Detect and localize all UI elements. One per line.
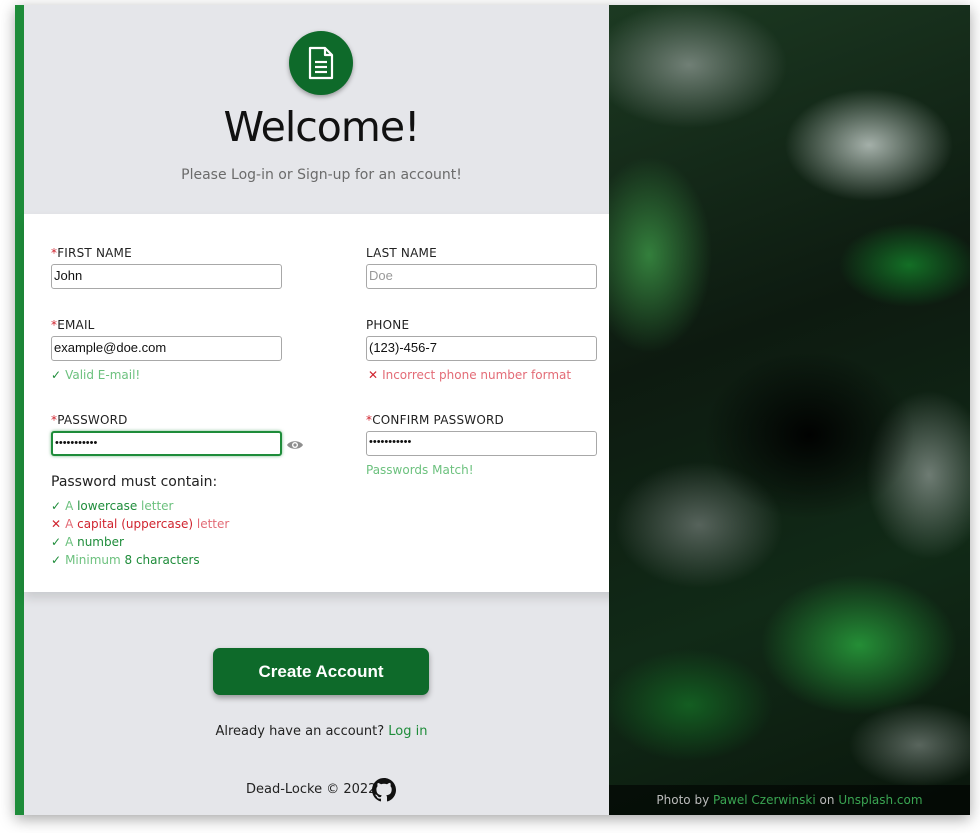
phone-label: PHONE [366,318,410,332]
rule-prefix: A [65,535,78,549]
check-icon: ✓ [51,368,62,382]
last-name-field[interactable]: Doe [366,264,597,289]
check-icon: ✓ [51,553,62,567]
x-icon: ✕ [368,368,379,382]
email-field[interactable]: example@doe.com [51,336,282,361]
eye-icon[interactable] [286,439,304,451]
check-icon: ✓ [51,499,62,513]
rule-key: lowercase [77,499,138,513]
login-prompt-text: Already have an account? [215,724,385,739]
signup-card: Welcome! Please Log-in or Sign-up for an… [15,5,970,815]
confirm-password-field[interactable]: ••••••••••• [366,431,597,456]
document-icon [289,31,353,95]
email-label: *EMAIL [51,318,95,332]
rule-number: ✓ A number [51,535,124,549]
password-rules-title: Password must contain: [51,474,218,490]
rule-lowercase: ✓ A lowercase letter [51,499,174,513]
rule-key: capital (uppercase) [77,517,194,531]
rule-key: 8 characters [124,553,200,567]
footer-text: Dead-Locke © 2022 [246,782,377,797]
photo-credit: Photo by Pawel Czerwinski on Unsplash.co… [609,785,970,815]
github-icon[interactable] [372,778,396,802]
header: Welcome! Please Log-in or Sign-up for an… [24,5,609,214]
confirm-password-status: Passwords Match! [366,463,474,477]
rule-suffix: letter [193,517,230,531]
signup-form: *FIRST NAME John LAST NAME Doe *EMAIL ex… [24,214,619,592]
form-panel: Welcome! Please Log-in or Sign-up for an… [24,5,619,815]
rule-prefix: A [65,517,78,531]
phone-status: ✕ Incorrect phone number format [368,368,571,382]
status-text: Valid E-mail! [65,368,141,382]
page-title: Welcome! [223,103,421,151]
rule-prefix: A [65,499,78,513]
password-label: *PASSWORD [51,413,128,427]
first-name-field[interactable]: John [51,264,282,289]
unsplash-link[interactable]: Unsplash.com [838,793,922,807]
page-subtitle: Please Log-in or Sign-up for an account! [181,167,462,183]
first-name-label: *FIRST NAME [51,246,132,260]
author-link[interactable]: Pawel Czerwinski [713,793,816,807]
x-icon: ✕ [51,517,62,531]
check-icon: ✓ [51,535,62,549]
accent-bar [15,5,24,815]
create-account-button[interactable]: Create Account [213,648,429,695]
label-text: CONFIRM PASSWORD [372,413,504,427]
last-name-label: LAST NAME [366,246,437,260]
password-field[interactable]: ••••••••••• [51,431,282,456]
rule-key: number [77,535,124,549]
rule-length: ✓ Minimum 8 characters [51,553,200,567]
label-text: PASSWORD [57,413,128,427]
background-photo: Photo by Pawel Czerwinski on Unsplash.co… [609,5,970,815]
confirm-password-label: *CONFIRM PASSWORD [366,413,504,427]
rule-prefix: Minimum [65,553,125,567]
rule-uppercase: ✕ A capital (uppercase) letter [51,517,229,531]
login-link[interactable]: Log in [388,724,427,739]
label-text: FIRST NAME [57,246,132,260]
credit-by: Photo by [656,793,710,807]
login-prompt: Already have an account? Log in [24,724,619,739]
phone-field[interactable]: (123)-456-7 [366,336,597,361]
rule-suffix: letter [137,499,174,513]
status-text: Incorrect phone number format [382,368,572,382]
email-status: ✓ Valid E-mail! [51,368,140,382]
credit-on: on [819,793,835,807]
label-text: EMAIL [57,318,95,332]
